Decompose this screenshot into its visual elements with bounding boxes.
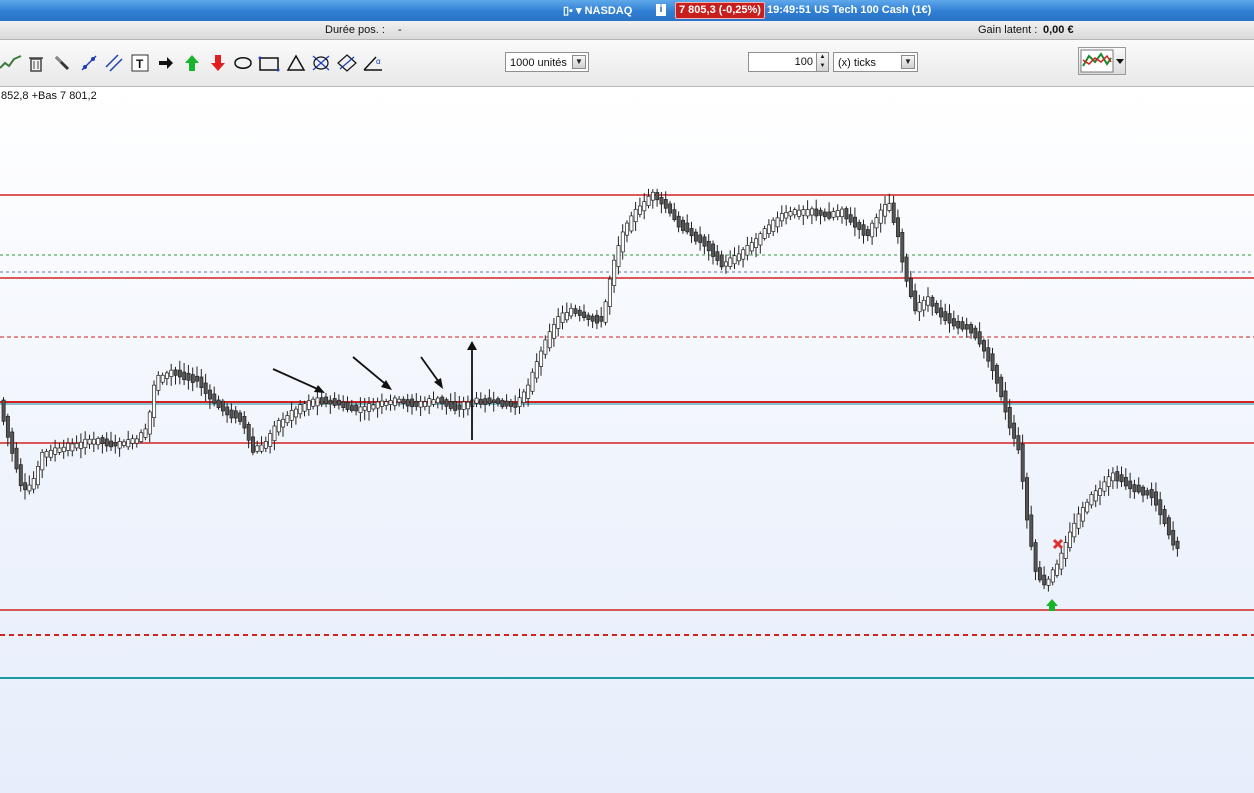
chevron-down-icon: ▾ (576, 5, 582, 17)
trend-line-icon[interactable] (0, 52, 22, 74)
duration-value: - (398, 24, 402, 36)
title-bar: ▯▪ ▾ NASDAQ i 7 805,3 (-0,25%) 19:49:51 … (0, 0, 1254, 21)
svg-text:T: T (136, 57, 144, 71)
lasso-icon[interactable] (232, 52, 254, 74)
chevron-down-icon: ▼ (572, 55, 586, 69)
units-select-value: 1000 unités (510, 57, 567, 69)
ticks-select[interactable]: (x) ticks ▼ (833, 52, 918, 72)
arrow-up-green-icon[interactable] (181, 52, 203, 74)
chevron-down-icon: ▼ (901, 55, 915, 69)
ticks-select-value: (x) ticks (838, 57, 876, 69)
device-icon: ▯▪ (563, 5, 573, 17)
ohlc-label: 852,8 +Bas 7 801,2 (1, 90, 97, 102)
angle-icon[interactable]: α (362, 52, 384, 74)
chart-area[interactable] (0, 87, 1254, 793)
arrow-down-red-icon[interactable] (207, 52, 229, 74)
ellipse-icon[interactable] (310, 52, 332, 74)
ticks-stepper[interactable]: ▲ ▼ (816, 52, 829, 72)
rectangle-icon[interactable] (258, 52, 280, 74)
gain-label: Gain latent : (978, 24, 1038, 36)
arrow-right-icon[interactable] (155, 52, 177, 74)
indicator-button[interactable] (1078, 47, 1126, 75)
parallel-lines-icon[interactable] (103, 52, 125, 74)
instrument-name: NASDAQ (584, 5, 633, 17)
position-bar: Durée pos. : - Gain latent : 0,00 € (0, 21, 1254, 40)
line-icon[interactable] (78, 52, 100, 74)
eraser-icon[interactable] (51, 52, 73, 74)
fibonacci-icon[interactable] (336, 52, 358, 74)
units-select[interactable]: 1000 unités ▼ (505, 52, 589, 72)
svg-text:α: α (376, 57, 381, 66)
text-icon[interactable]: T (129, 52, 151, 74)
ticks-input[interactable]: 100 (748, 52, 818, 72)
trash-icon[interactable] (25, 52, 47, 74)
price-badge: 7 805,3 (-0,25%) (675, 2, 765, 19)
triangle-icon[interactable] (285, 52, 307, 74)
instrument-dropdown[interactable]: ▯▪ ▾ NASDAQ (563, 4, 632, 17)
gain-value: 0,00 € (1043, 24, 1074, 36)
duration-label: Durée pos. : (325, 24, 385, 36)
drawing-toolbar: T α 1000 unités ▼ 100 ▲ ▼ (x) ticks ▼ (0, 40, 1254, 87)
info-icon[interactable]: i (656, 4, 666, 16)
instrument-title: 19:49:51 US Tech 100 Cash (1€) (767, 4, 932, 16)
